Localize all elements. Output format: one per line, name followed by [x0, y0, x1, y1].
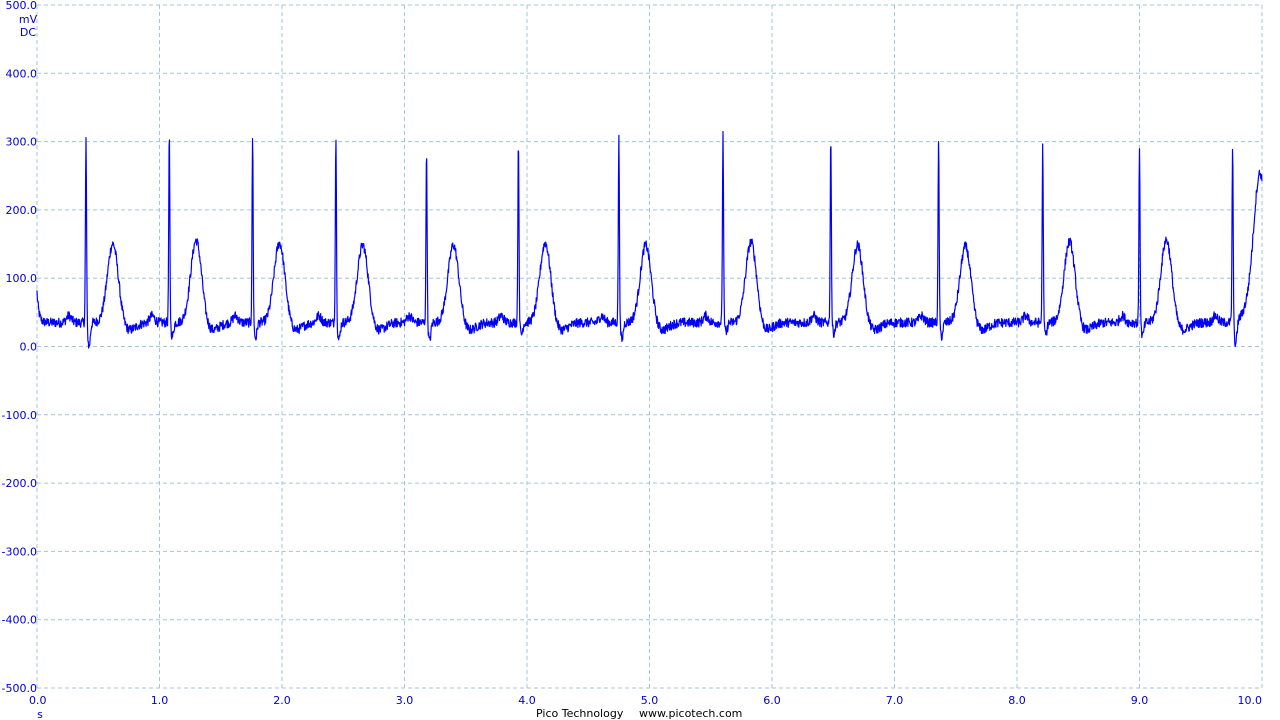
- footer-url[interactable]: www.picotech.com: [639, 707, 742, 720]
- x-tick-label: 5.0: [641, 694, 659, 707]
- x-tick-label: 9.0: [1131, 694, 1149, 707]
- y-tick-label: 100.0: [6, 272, 38, 285]
- y-tick-label: 400.0: [6, 67, 38, 80]
- y-tick-label: 300.0: [6, 136, 38, 149]
- y-tick-label: 500.0: [6, 0, 38, 12]
- x-tick-label: 2.0: [273, 694, 291, 707]
- footer: Pico Technology www.picotech.com: [0, 707, 1280, 720]
- chart-background: [0, 0, 1280, 720]
- footer-brand: Pico Technology: [536, 707, 624, 720]
- oscilloscope-chart: 500.0 400.0 300.0 200.0 100.0 0.0 -100.0 -200.0…: [0, 0, 1280, 720]
- y-tick-label: -200.0: [2, 477, 37, 490]
- coupling-label: DC: [20, 26, 36, 39]
- x-tick-label: 10.0: [1238, 694, 1263, 707]
- y-tick-label: -300.0: [2, 545, 37, 558]
- x-tick-label: 7.0: [886, 694, 904, 707]
- y-tick-label: -100.0: [2, 409, 37, 422]
- x-tick-label: 8.0: [1008, 694, 1026, 707]
- x-tick-label: 3.0: [396, 694, 414, 707]
- y-tick-label: 0.0: [20, 341, 38, 354]
- x-tick-label: 1.0: [151, 694, 169, 707]
- y-tick-label: 200.0: [6, 204, 38, 217]
- x-tick-label: 4.0: [518, 694, 536, 707]
- x-tick-label: 0.0: [29, 694, 47, 707]
- y-axis-unit-label: mV: [19, 13, 38, 26]
- y-tick-label: -400.0: [2, 614, 37, 627]
- x-tick-label: 6.0: [763, 694, 781, 707]
